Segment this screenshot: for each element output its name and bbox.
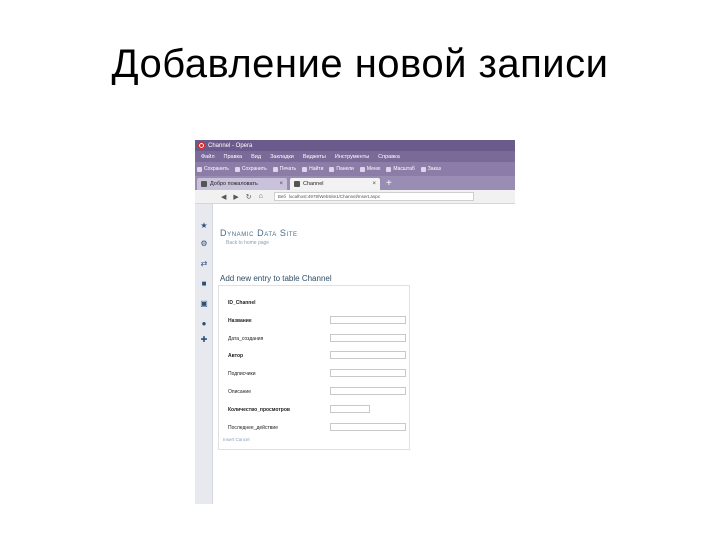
reload-icon[interactable]: ↻	[246, 193, 252, 201]
menu-item-bookmarks[interactable]: Закладки	[270, 154, 294, 160]
web-page: Dynamic Data Site Back to home page Add …	[214, 204, 515, 504]
toolbar: Сохранить Сохранить Печать Найти Панели …	[195, 162, 515, 176]
toolbar-item[interactable]: Меню	[359, 166, 380, 172]
address-bar[interactable]: Веб localhost:4978/WebSite1/Channel/Inse…	[273, 192, 474, 201]
field-label-author: Автор	[228, 353, 244, 359]
field-label-subscribers: Подписчики	[228, 371, 256, 377]
toolbar-item[interactable]: Панели	[329, 166, 354, 172]
zoom-icon	[386, 166, 392, 172]
insert-form: ID_Channel Название Дата_создания Автор …	[218, 285, 410, 450]
menu-item-help[interactable]: Справка	[378, 154, 400, 160]
field-label-views: Количество_просмотров	[228, 407, 290, 413]
site-title: Dynamic Data Site	[220, 228, 298, 238]
menu-item-edit[interactable]: Правка	[224, 154, 243, 160]
new-tab-button[interactable]: +	[383, 178, 392, 190]
download-icon[interactable]: ▣	[200, 300, 208, 308]
panels-icon	[329, 166, 335, 172]
last-action-field[interactable]	[330, 423, 406, 431]
insert-cancel-links[interactable]: Insert Cancel	[223, 437, 250, 442]
toolbar-item[interactable]: Сохранить	[197, 166, 229, 172]
toolbar-item[interactable]: Масштаб	[386, 166, 415, 172]
field-label-last-action: Последнее_действие	[228, 425, 278, 431]
toolbar-item[interactable]: Печать	[272, 166, 296, 172]
slide-title: Добавление новой записи	[111, 42, 609, 86]
toolbar-item[interactable]: Найти	[302, 166, 323, 172]
address-text: localhost:4978/WebSite1/Channel/Insert.a…	[288, 194, 380, 199]
save-icon	[234, 166, 240, 172]
find-icon	[302, 166, 308, 172]
page-icon	[294, 181, 300, 187]
history-icon[interactable]: ●	[200, 320, 208, 328]
gear-icon[interactable]: ⚙	[200, 240, 208, 248]
field-label-name: Название	[228, 318, 252, 324]
description-field[interactable]	[330, 387, 406, 395]
close-icon[interactable]: ×	[279, 181, 283, 187]
tab-welcome[interactable]: Добро пожаловать ×	[197, 178, 287, 190]
field-label-id-channel: ID_Channel	[228, 300, 256, 306]
page-icon	[201, 181, 207, 187]
back-to-home-link[interactable]: Back to home page	[226, 240, 269, 246]
tab-bar: Добро пожаловать × Channel × +	[195, 176, 515, 190]
opera-sidebar: ★ ⚙ ⇄ ■ ▣ ● ✚	[195, 204, 213, 504]
author-field[interactable]	[330, 351, 406, 359]
forward-arrow-icon[interactable]: ▶	[233, 193, 238, 201]
window-title: Channel - Opera	[208, 142, 253, 149]
opera-logo-icon	[198, 142, 205, 149]
order-icon	[420, 166, 426, 172]
add-panel-icon[interactable]: ✚	[200, 336, 208, 344]
field-label-description: Описание	[228, 389, 252, 395]
menu-bar: Файл Правка Вид Закладки Виджеты Инструм…	[195, 151, 515, 162]
form-heading: Add new entry to table Channel	[220, 274, 332, 283]
browser-screenshot: Channel - Opera Файл Правка Вид Закладки…	[195, 140, 515, 504]
save-icon	[197, 166, 202, 172]
navigation-bar: ◀ ▶ ↻ ⌂ Веб localhost:4978/WebSite1/Chan…	[195, 190, 515, 204]
menu-item-tools[interactable]: Инструменты	[335, 154, 369, 160]
tab-channel[interactable]: Channel ×	[290, 178, 380, 190]
views-field[interactable]	[330, 405, 370, 413]
window-titlebar: Channel - Opera	[195, 140, 515, 151]
back-arrow-icon[interactable]: ◀	[221, 193, 226, 201]
address-prefix: Веб	[277, 194, 286, 199]
star-icon[interactable]: ★	[200, 222, 208, 230]
menu-icon	[359, 166, 365, 172]
share-icon[interactable]: ⇄	[200, 260, 208, 268]
print-icon	[272, 166, 278, 172]
notes-icon[interactable]: ■	[200, 280, 208, 288]
subscribers-field[interactable]	[330, 369, 406, 377]
home-icon[interactable]: ⌂	[259, 193, 263, 200]
menu-item-file[interactable]: Файл	[201, 154, 215, 160]
created-date-field[interactable]	[330, 334, 406, 342]
field-label-created-date: Дата_создания	[228, 336, 264, 342]
menu-item-view[interactable]: Вид	[251, 154, 261, 160]
name-field[interactable]	[330, 316, 406, 324]
menu-item-widgets[interactable]: Виджеты	[303, 154, 326, 160]
close-icon[interactable]: ×	[372, 181, 376, 187]
toolbar-item[interactable]: Заказ	[420, 166, 441, 172]
toolbar-item[interactable]: Сохранить	[234, 166, 267, 172]
